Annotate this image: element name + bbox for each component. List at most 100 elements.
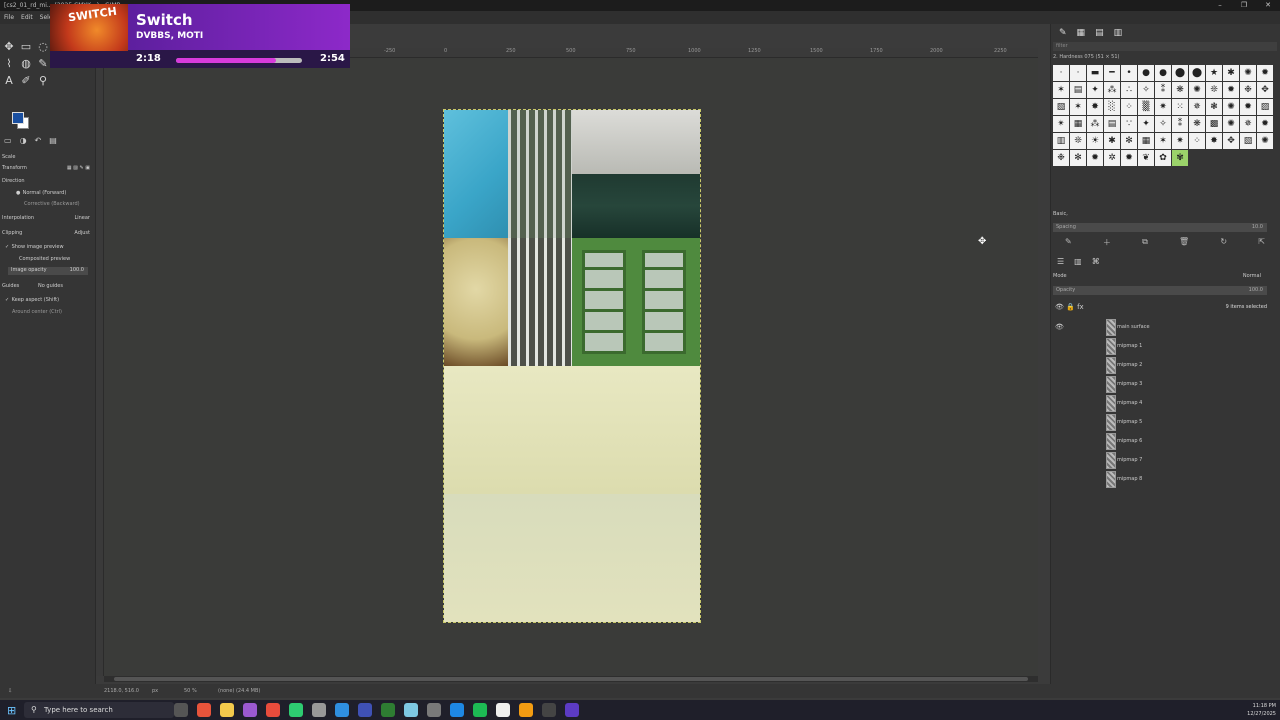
app-icon[interactable]	[496, 703, 510, 717]
transform-mode-icons[interactable]: ▦ ▨ ✎ ▣	[67, 165, 90, 171]
brush-item[interactable]: ▧	[1240, 133, 1256, 149]
brush-item[interactable]: ✺	[1240, 65, 1256, 81]
tool-options-tab-icon[interactable]: ▭	[4, 136, 12, 145]
brush-item[interactable]: ·	[1053, 65, 1069, 81]
fonts-tab-icon[interactable]: ▤	[1095, 28, 1104, 38]
maximize-icon[interactable]: ❐	[1232, 0, 1256, 11]
layer-row[interactable]: mipmap 7	[1051, 451, 1279, 470]
lasso-icon[interactable]: ◌	[36, 40, 50, 54]
brush-item[interactable]: ∴	[1121, 82, 1137, 98]
layer-row[interactable]: mipmap 1	[1051, 337, 1279, 356]
task-view-icon[interactable]	[174, 703, 188, 717]
brush-item[interactable]: ⬤	[1172, 65, 1188, 81]
duplicate-brush-icon[interactable]: ⧉	[1142, 237, 1148, 248]
brush-item[interactable]: ▤	[1104, 116, 1120, 132]
brush-item[interactable]: ✺	[1223, 99, 1239, 115]
layer-row[interactable]: mipmap 4	[1051, 394, 1279, 413]
brush-item[interactable]: ⁙	[1172, 99, 1188, 115]
device-status-tab-icon[interactable]: ◑	[20, 136, 27, 145]
brush-item[interactable]: ━	[1104, 65, 1120, 81]
taskbar-search[interactable]: ⚲ Type here to search	[24, 702, 174, 718]
brush-item[interactable]: ✱	[1104, 133, 1120, 149]
warp-icon[interactable]: ⌇	[2, 57, 16, 71]
move-tool-icon[interactable]: ✥	[2, 40, 16, 54]
app-icon[interactable]	[565, 703, 579, 717]
layers-tab-icon[interactable]: ☰	[1057, 257, 1064, 266]
app-icon[interactable]	[358, 703, 372, 717]
brush-item[interactable]: ⁂	[1087, 116, 1103, 132]
app-icon[interactable]	[450, 703, 464, 717]
brush-item[interactable]: ▬	[1087, 65, 1103, 81]
text-tool-icon[interactable]: A	[2, 74, 16, 88]
brush-item[interactable]: ·	[1070, 65, 1086, 81]
interpolation-select[interactable]: Linear	[74, 215, 90, 221]
brush-item[interactable]: ⁂	[1104, 82, 1120, 98]
app-icon[interactable]	[243, 703, 257, 717]
brush-item[interactable]: ❋	[1172, 82, 1188, 98]
direction-corrective-radio[interactable]: Corrective (Backward)	[2, 201, 94, 207]
spacing-slider[interactable]: Spacing 10.0	[1053, 223, 1267, 232]
brush-item[interactable]: ☀	[1087, 133, 1103, 149]
brush-item[interactable]: ▦	[1138, 133, 1154, 149]
layer-row[interactable]: mipmap 3	[1051, 375, 1279, 394]
vscode-icon[interactable]	[335, 703, 349, 717]
mode-select[interactable]: Normal	[1243, 273, 1261, 279]
delete-brush-icon[interactable]: 🗑	[1179, 237, 1189, 248]
brush-item[interactable]: ✶	[1155, 133, 1171, 149]
lock-icon[interactable]: 🔒	[1066, 303, 1075, 311]
visibility-icon[interactable]: 👁	[1055, 303, 1064, 311]
brush-item[interactable]: ✾	[1172, 150, 1188, 166]
brush-item[interactable]: ▤	[1070, 82, 1086, 98]
brush-item[interactable]: ★	[1206, 65, 1222, 81]
brush-item[interactable]: ✺	[1189, 82, 1205, 98]
opacity-slider[interactable]: Opacity 100.0	[1053, 286, 1267, 295]
brush-filter-input[interactable]: filter	[1053, 42, 1277, 51]
brush-item[interactable]: ✹	[1223, 82, 1239, 98]
brush-item[interactable]: ✻	[1070, 150, 1086, 166]
refresh-brushes-icon[interactable]: ↻	[1220, 237, 1227, 248]
image-opacity-slider[interactable]: Image opacity 100.0	[8, 267, 88, 275]
direction-normal-radio[interactable]: ● Normal (Forward)	[2, 190, 94, 196]
show-preview-checkbox[interactable]: ✓ Show image preview	[2, 244, 94, 250]
brush-item[interactable]: ❉	[1240, 82, 1256, 98]
brush-item[interactable]: ⬤	[1189, 65, 1205, 81]
horizontal-scrollbar[interactable]	[104, 676, 1038, 682]
edit-brush-icon[interactable]: ✎	[1065, 237, 1072, 248]
brush-item[interactable]: ✷	[1172, 133, 1188, 149]
brush-item[interactable]: ✦	[1138, 116, 1154, 132]
app-icon[interactable]	[519, 703, 533, 717]
brush-item[interactable]: ▦	[1070, 116, 1086, 132]
layer-row[interactable]: 👁 main surface	[1051, 318, 1279, 337]
app-icon[interactable]	[289, 703, 303, 717]
brush-item[interactable]: ✸	[1087, 99, 1103, 115]
system-tray[interactable]: 11:18 PM 12/27/2025	[1247, 702, 1276, 718]
menu-edit[interactable]: Edit	[21, 11, 33, 24]
zoom-icon[interactable]: ⚲	[36, 74, 50, 88]
brush-item[interactable]: ✻	[1121, 133, 1137, 149]
layer-row[interactable]: mipmap 8	[1051, 470, 1279, 489]
around-center-checkbox[interactable]: Around center (Ctrl)	[2, 309, 94, 315]
undo-history-tab-icon[interactable]: ↶	[35, 136, 42, 145]
brush-item[interactable]: ❃	[1206, 99, 1222, 115]
clipping-select[interactable]: Adjust	[74, 230, 90, 236]
brush-item[interactable]: ✱	[1223, 65, 1239, 81]
rect-select-icon[interactable]: ▭	[19, 40, 33, 54]
unit-select[interactable]: px	[152, 688, 158, 694]
brush-item[interactable]: ⁘	[1121, 99, 1137, 115]
brush-item[interactable]: ▧	[1053, 99, 1069, 115]
brush-item[interactable]: ░	[1104, 99, 1120, 115]
brush-item[interactable]: ✹	[1240, 99, 1256, 115]
brush-item[interactable]: ▩	[1206, 116, 1222, 132]
new-brush-icon[interactable]: ＋	[1103, 237, 1111, 248]
brush-item[interactable]: ●	[1138, 65, 1154, 81]
brush-item[interactable]: ✧	[1138, 82, 1154, 98]
brush-item[interactable]: ✴	[1053, 116, 1069, 132]
brush-item[interactable]: ✺	[1257, 133, 1273, 149]
keep-aspect-checkbox[interactable]: ✓ Keep aspect (Shift)	[2, 297, 94, 303]
brushes-tab-icon[interactable]: ✎	[1059, 28, 1067, 38]
minimize-icon[interactable]: –	[1208, 0, 1232, 11]
brush-item[interactable]: ●	[1155, 65, 1171, 81]
brush-item[interactable]: ✹	[1087, 150, 1103, 166]
scrollbar-thumb[interactable]	[114, 677, 1028, 681]
brush-item[interactable]: ✿	[1155, 150, 1171, 166]
